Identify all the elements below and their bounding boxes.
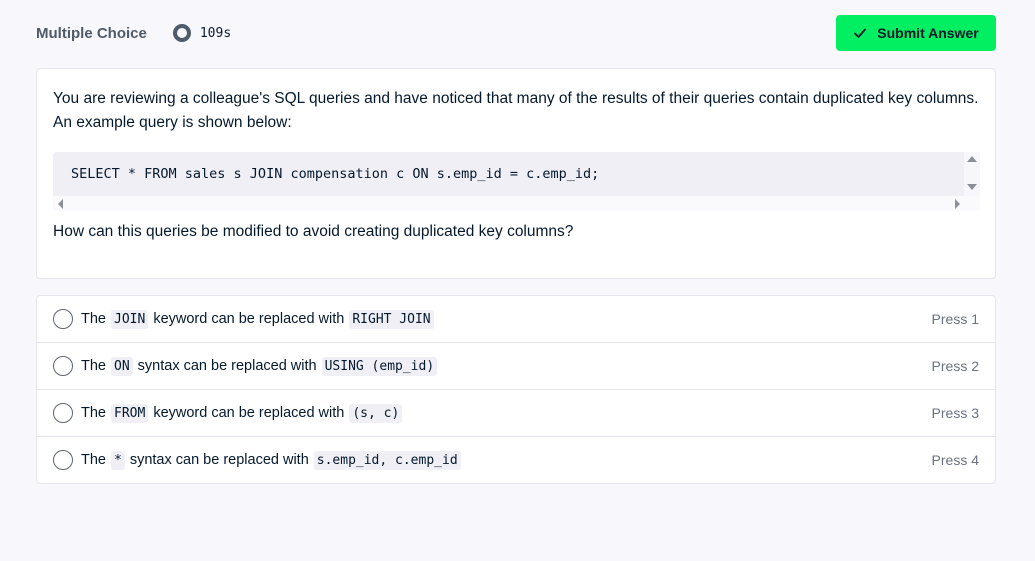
option-code-inline: FROM <box>111 403 149 423</box>
option-text: The * syntax can be replaced with s.emp_… <box>81 450 466 470</box>
radio-circle-icon[interactable] <box>53 450 73 470</box>
option-text: The FROM keyword can be replaced with (s… <box>81 403 407 423</box>
option-text-mid: syntax can be replaced with <box>129 452 309 468</box>
code-content: SELECT * FROM sales s JOIN compensation … <box>53 152 964 196</box>
option-code-inline: ON <box>111 356 133 376</box>
scroll-right-icon[interactable] <box>955 199 960 209</box>
question-card: You are reviewing a colleague's SQL quer… <box>36 68 996 279</box>
option-code-inline: USING (emp_id) <box>321 356 438 376</box>
code-block: SELECT * FROM sales s JOIN compensation … <box>53 152 980 212</box>
answer-option-3[interactable]: The FROM keyword can be replaced with (s… <box>37 390 995 437</box>
code-horizontal-scrollbar[interactable] <box>53 196 980 211</box>
option-code-inline: * <box>111 450 125 470</box>
keyboard-shortcut-hint: Press 1 <box>931 311 979 327</box>
option-text-mid: syntax can be replaced with <box>137 358 317 374</box>
scroll-up-icon[interactable] <box>967 156 977 162</box>
radio-circle-icon[interactable] <box>53 403 73 423</box>
exercise-header: Multiple Choice 109s Submit Answer <box>36 15 996 51</box>
option-text-mid: keyword can be replaced with <box>153 311 345 327</box>
answer-option-1[interactable]: The JOIN keyword can be replaced with RI… <box>37 296 995 343</box>
option-code-inline: RIGHT JOIN <box>349 309 434 329</box>
option-text-pre: The <box>81 358 106 374</box>
radio-circle-icon[interactable] <box>53 356 73 376</box>
submit-answer-button[interactable]: Submit Answer <box>836 15 996 51</box>
exercise-page: Multiple Choice 109s Submit Answer You a… <box>0 0 1035 561</box>
scroll-down-icon[interactable] <box>967 184 977 190</box>
timer: 109s <box>172 24 232 42</box>
timer-ring-icon <box>172 24 191 42</box>
keyboard-shortcut-hint: Press 2 <box>931 358 979 374</box>
question-type-label: Multiple Choice <box>36 24 147 42</box>
code-vertical-scrollbar[interactable] <box>964 152 980 196</box>
question-prompt: How can this queries be modified to avoi… <box>53 223 574 240</box>
option-text: The JOIN keyword can be replaced with RI… <box>81 309 439 329</box>
keyboard-shortcut-hint: Press 3 <box>931 405 979 421</box>
answer-option-2[interactable]: The ON syntax can be replaced with USING… <box>37 343 995 390</box>
option-code-inline: JOIN <box>111 309 149 329</box>
check-icon <box>854 28 867 38</box>
timer-text: 109s <box>199 25 232 41</box>
answer-option-4[interactable]: The * syntax can be replaced with s.emp_… <box>37 437 995 483</box>
scroll-left-icon[interactable] <box>58 199 63 209</box>
question-text: You are reviewing a colleague's SQL quer… <box>53 90 979 131</box>
option-text-pre: The <box>81 311 106 327</box>
answer-options: The JOIN keyword can be replaced with RI… <box>36 295 996 484</box>
submit-answer-label: Submit Answer <box>877 25 979 41</box>
option-code-inline: (s, c) <box>349 403 403 423</box>
option-text-pre: The <box>81 452 106 468</box>
option-text-pre: The <box>81 405 106 421</box>
keyboard-shortcut-hint: Press 4 <box>931 452 979 468</box>
radio-circle-icon[interactable] <box>53 309 73 329</box>
option-code-inline: s.emp_id, c.emp_id <box>313 450 461 470</box>
option-text-mid: keyword can be replaced with <box>153 405 345 421</box>
option-text: The ON syntax can be replaced with USING… <box>81 356 442 376</box>
